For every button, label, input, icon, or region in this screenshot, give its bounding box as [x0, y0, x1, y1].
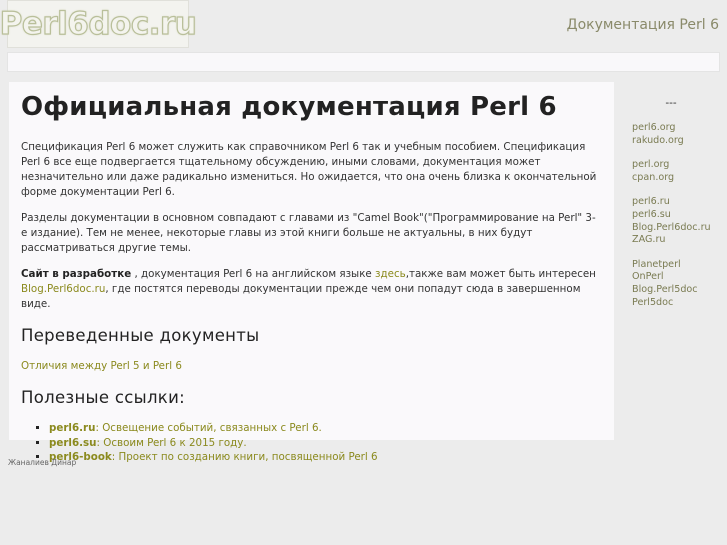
sidebar-link[interactable]: perl6.su: [632, 209, 716, 222]
useful-links-list: perl6.ru: Освещение событий, связанных с…: [21, 421, 602, 465]
dev-text-2: ,также вам может быть интересен: [405, 268, 596, 280]
list-item[interactable]: perl6.ru: Освещение событий, связанных с…: [49, 421, 602, 436]
sidebar-group: perl6.org rakudo.org: [626, 122, 716, 147]
sidebar-link[interactable]: ZAG.ru: [632, 234, 716, 247]
link-key[interactable]: perl6.su: [49, 437, 97, 449]
sidebar: --- perl6.org rakudo.org perl.org cpan.o…: [626, 82, 716, 350]
blog-link[interactable]: Blog.Perl6doc.ru: [21, 283, 105, 295]
translated-heading: Переведенные документы: [21, 326, 260, 345]
dev-text-3: , где постятся переводы документации пре…: [21, 283, 581, 310]
sidebar-link[interactable]: perl6.ru: [632, 196, 716, 209]
header: Perl6doc.ru Документация Perl 6: [0, 0, 727, 50]
dev-bold-label: Сайт в разработке: [21, 268, 132, 280]
logo-text: Perl6doc.ru: [0, 5, 197, 42]
link-key[interactable]: perl6.ru: [49, 422, 95, 434]
sidebar-title: ---: [665, 97, 677, 109]
site-title: Документация Perl 6: [566, 17, 719, 33]
sidebar-link[interactable]: OnPerl: [632, 271, 716, 284]
main-content: Официальная документация Perl 6 Специфик…: [9, 82, 614, 463]
link-desc[interactable]: : Освоим Perl 6 к 2015 году.: [97, 437, 247, 449]
useful-heading: Полезные ссылки:: [21, 388, 185, 407]
intro-paragraph: Спецификация Perl 6 может служить как сп…: [21, 141, 597, 198]
sections-paragraph: Разделы документации в основном совпадаю…: [21, 212, 596, 254]
sidebar-group: perl.org cpan.org: [626, 159, 716, 184]
perl5-perl6-diff-link[interactable]: Отличия между Perl 5 и Perl 6: [21, 360, 182, 372]
translated-list: Отличия между Perl 5 и Perl 6: [21, 359, 602, 374]
nav-bar: [7, 52, 720, 72]
sidebar-link[interactable]: cpan.org: [632, 172, 716, 185]
list-item[interactable]: perl6.su: Освоим Perl 6 к 2015 году.: [49, 436, 602, 451]
sidebar-link[interactable]: Blog.Perl6doc.ru: [632, 222, 716, 235]
sidebar-link[interactable]: Blog.Perl5doc: [632, 284, 716, 297]
sidebar-group: Planetperl OnPerl Blog.Perl5doc Perl5doc: [626, 259, 716, 309]
site-logo[interactable]: Perl6doc.ru: [0, 0, 197, 48]
link-desc[interactable]: : Проект по созданию книги, посвященной …: [112, 451, 378, 463]
dev-text-1: , документация Perl 6 на английском язык…: [131, 268, 376, 280]
docs-here-link[interactable]: здесь: [375, 268, 406, 280]
sidebar-link[interactable]: perl.org: [632, 159, 716, 172]
sidebar-group: perl6.ru perl6.su Blog.Perl6doc.ru ZAG.r…: [626, 196, 716, 246]
sidebar-link[interactable]: Perl5doc: [632, 297, 716, 310]
page-title: Официальная документация Perl 6: [21, 92, 557, 122]
sidebar-link[interactable]: Planetperl: [632, 259, 716, 272]
list-item[interactable]: perl6-book: Проект по созданию книги, по…: [49, 450, 602, 465]
footer-author: Жаналиев Динар: [8, 458, 77, 467]
dev-paragraph: Сайт в разработке , документация Perl 6 …: [21, 267, 602, 312]
sidebar-link[interactable]: perl6.org: [632, 122, 716, 135]
sidebar-link[interactable]: rakudo.org: [632, 135, 716, 148]
link-desc[interactable]: : Освещение событий, связанных с Perl 6.: [95, 422, 321, 434]
